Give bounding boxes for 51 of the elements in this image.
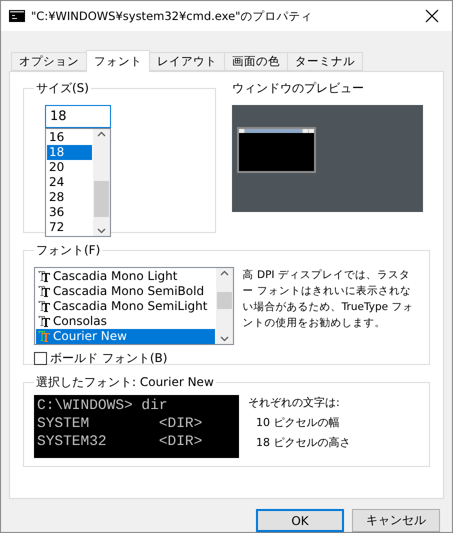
scroll-up-icon[interactable]: [97, 130, 106, 137]
truetype-icon: [38, 300, 50, 312]
truetype-icon: [38, 285, 50, 298]
sample-line: C:\WINDOWS> dir: [37, 396, 169, 415]
cancel-button[interactable]: キャンセル: [352, 509, 440, 532]
list-item[interactable]: 24: [47, 174, 92, 190]
scroll-up-icon[interactable]: [220, 270, 229, 276]
info-line: 18 ピクセルの高さ: [255, 434, 350, 450]
list-item[interactable]: 18: [47, 144, 92, 160]
size-list[interactable]: 16 18 20 24 28 36 72: [45, 128, 111, 237]
close-icon: [425, 9, 439, 23]
tab[interactable]: フォント: [86, 50, 150, 72]
sample-line: SYSTEM32 <DIR>: [37, 432, 204, 451]
ok-button[interactable]: OK: [256, 509, 344, 532]
scroll-down-icon[interactable]: [97, 228, 106, 234]
list-item[interactable]: 28: [47, 190, 92, 205]
tab[interactable]: レイアウト: [149, 52, 225, 71]
checkbox[interactable]: [34, 352, 47, 365]
scroll-thumb[interactable]: [216, 292, 232, 309]
info-line: 10 ピクセルの幅: [255, 414, 340, 430]
group-label: サイズ(S): [35, 80, 90, 97]
font-note: 高 DPI ディスプレイでは、ラスター フォントはきれいに表示されない場合があるため、TrueType フォントの使用をお勧めします。: [242, 268, 414, 331]
sample-line: SYSTEM <DIR>: [37, 414, 204, 433]
list-item[interactable]: 72: [47, 220, 92, 235]
scroll-thumb[interactable]: [94, 180, 109, 217]
console-icon: [9, 10, 25, 22]
group-label: 選択したフォント: Courier New: [35, 374, 215, 391]
scrollbar[interactable]: [216, 268, 233, 344]
scroll-down-icon[interactable]: [220, 336, 229, 342]
list-item[interactable]: Courier New: [36, 328, 215, 344]
list-item[interactable]: 16: [47, 130, 92, 145]
group-label: フォント(F): [35, 242, 102, 259]
size-input-field[interactable]: 18: [45, 104, 111, 128]
list-item[interactable]: 36: [47, 204, 92, 220]
tab[interactable]: 画面の色: [224, 52, 288, 71]
list-item[interactable]: Consolas: [36, 314, 215, 329]
font-list[interactable]: Cascadia Mono Light Cascadia Mono SemiBold Cascadia Mono SemiLight Consolas Courier New: [34, 266, 234, 345]
truetype-icon: [38, 270, 50, 282]
tab[interactable]: オプション: [11, 52, 87, 71]
list-item[interactable]: Cascadia Mono SemiLight: [36, 298, 215, 314]
info-title: それぞれの文字は:: [248, 394, 341, 410]
list-item[interactable]: 20: [47, 160, 92, 175]
truetype-icon: [38, 330, 50, 342]
tab[interactable]: ターミナル: [287, 52, 363, 71]
preview-label: ウィンドウのプレビュー: [232, 80, 365, 97]
checkbox-label: ボールド フォント(B): [50, 350, 168, 367]
window-title: "C:¥WINDOWS¥system32¥cmd.exe"のプロパティ: [31, 8, 314, 24]
list-item[interactable]: Cascadia Mono Light: [36, 268, 215, 284]
scrollbar[interactable]: [93, 128, 110, 236]
list-item[interactable]: Cascadia Mono SemiBold: [36, 284, 215, 299]
truetype-icon: [38, 315, 50, 328]
